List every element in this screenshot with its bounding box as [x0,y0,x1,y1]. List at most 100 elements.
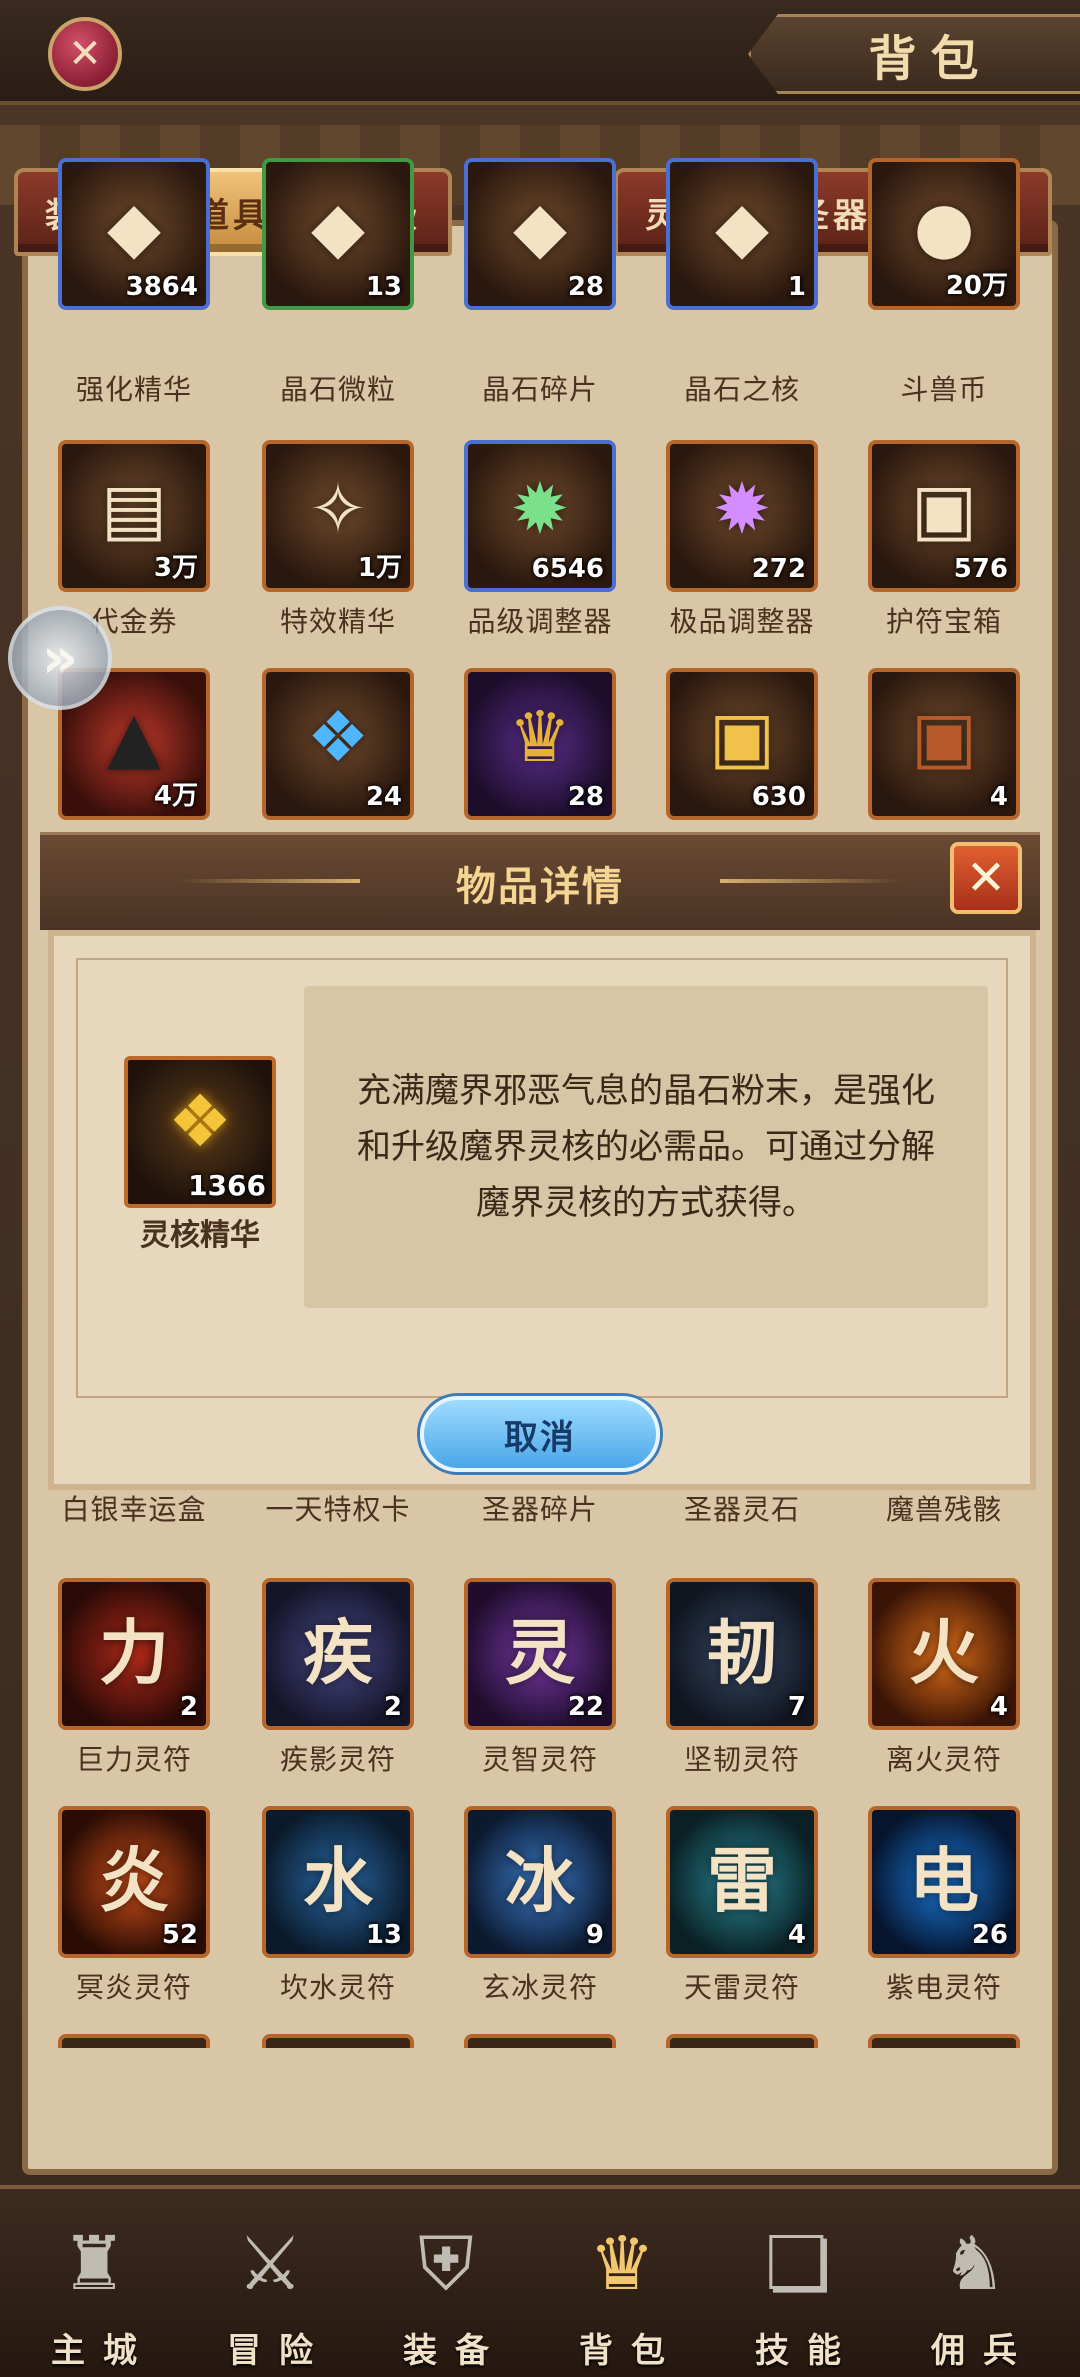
item-count: 3864 [125,272,198,302]
item-slot[interactable]: 疾 2 [262,1578,414,1730]
top-bar: ✕ 背包 [0,0,1080,105]
item-name: 极品调整器 [669,605,815,638]
grade-adjuster-icon: ✹ [510,468,570,550]
talisman-icon: 韧 [707,1611,777,1694]
talisman-icon: 火 [909,1611,979,1694]
item-slot[interactable]: ✹ 272 [666,440,818,592]
item-name: 晶石微粒 [279,373,396,406]
item-name: 一天特权卡 [265,1493,411,1526]
expand-arrow-icon[interactable]: » [8,606,112,710]
nav-item-adventure[interactable]: ⚔ 冒险 [190,2209,350,2377]
list-item[interactable]: 炎 52 冥炎灵符 [58,1806,218,2046]
list-item[interactable]: 疾 2 疾影灵符 [262,1578,422,1818]
castle-icon: ♜ [60,2221,128,2307]
item-count: 28 [567,782,604,812]
nav-label: 主城 [51,2331,155,2371]
premium-adjuster-icon: ✹ [712,468,772,550]
list-item[interactable]: 力 2 巨力灵符 [58,1578,218,1818]
list-item[interactable]: 水 13 坎水灵符 [262,1806,422,2046]
crystal-icon: ◆ [715,186,769,268]
item-description: 充满魔界邪恶气息的晶石粉末，是强化和升级魔界灵核的必需品。可通过分解魔界灵核的方… [357,1071,935,1223]
item-slot[interactable]: ◆ 3864 [58,158,210,310]
nav-label: 冒险 [227,2331,331,2371]
item-name: 护符宝箱 [885,605,1002,638]
helmet-icon: ⛨ [418,2220,474,2307]
item-name: 品级调整器 [467,605,613,638]
item-slot[interactable]: 炎 52 [58,1806,210,1958]
list-item[interactable]: ◆ 28 晶石碎片 [464,158,624,460]
list-item[interactable]: 火 4 离火灵符 [868,1578,1028,1818]
list-item[interactable]: 雷 4 天雷灵符 [666,1806,826,2046]
item-slot[interactable]: ◆ 28 [464,158,616,310]
talisman-icon: 疾 [303,1611,373,1694]
nav-label: 装备 [403,2331,507,2371]
knight-icon: ♞ [940,2221,1008,2307]
item-slot[interactable]: ▣ 576 [868,440,1020,592]
nav-item-mercenary[interactable]: ♞ 佣兵 [894,2209,1054,2377]
list-item[interactable]: 韧 7 坚韧灵符 [666,1578,826,1818]
item-count: 20万 [945,271,1008,301]
item-slot[interactable]: ♛ 28 [464,668,616,820]
item-slot[interactable]: 力 2 [58,1578,210,1730]
close-icon[interactable]: ✕ [48,17,122,91]
item-name: 魔兽残骸 [885,1493,1002,1526]
list-item[interactable]: ◆ 3864 强化精华 [58,158,218,460]
list-item[interactable]: ● 20万 斗兽币 [868,158,1028,460]
list-item[interactable]: 灵 22 灵智灵符 [464,1578,624,1818]
list-item[interactable]: ✹ 272 极品调整器 [666,440,826,680]
item-slot[interactable]: 水 13 [262,1806,414,1958]
description-box: 充满魔界邪恶气息的晶石粉末，是强化和升级魔界灵核的必需品。可通过分解魔界灵核的方… [304,986,988,1308]
essence-icon: ◆ [107,186,161,268]
modal-header: 物品详情 [40,832,1040,930]
nav-label: 佣兵 [931,2331,1035,2371]
item-slot[interactable]: ◆ 1 [666,158,818,310]
item-name: 巨力灵符 [75,1743,192,1776]
item-slot[interactable]: ▣ 630 [666,668,818,820]
item-slot[interactable]: ✹ 6546 [464,440,616,592]
item-count: 4万 [153,781,198,811]
detail-item-slot: ❖ 1366 [124,1056,276,1208]
item-count: 13 [365,1920,402,1950]
list-item[interactable]: ◆ 13 晶石微粒 [262,158,422,460]
item-slot[interactable]: 韧 7 [666,1578,818,1730]
crystal-icon: ◆ [513,186,567,268]
item-count: 4 [787,1920,806,1950]
list-item[interactable]: 电 26 紫电灵符 [868,1806,1028,2046]
list-item[interactable]: ✹ 6546 品级调整器 [464,440,624,680]
item-slot[interactable]: 灵 22 [464,1578,616,1730]
item-slot[interactable]: 电 26 [868,1806,1020,1958]
list-item[interactable]: 冰 9 玄冰灵符 [464,1806,624,2046]
item-name: 圣器灵石 [683,1493,800,1526]
nav-item-main-city[interactable]: ♜ 主城 [14,2209,174,2377]
item-slot[interactable]: ◆ 13 [262,158,414,310]
item-name: 天雷灵符 [683,1971,800,2004]
item-count: 1万 [357,553,402,583]
item-slot[interactable]: 火 4 [868,1578,1020,1730]
nav-item-skills[interactable]: ❏ 技能 [718,2209,878,2377]
item-name: 晶石碎片 [481,373,598,406]
item-count: 2 [179,1692,198,1722]
item-slot[interactable]: 雷 4 [666,1806,818,1958]
item-count: 28 [567,272,604,302]
item-slot[interactable]: ✧ 1万 [262,440,414,592]
item-slot[interactable]: ❖ 24 [262,668,414,820]
bottom-nav: ♜ 主城 ⚔ 冒险 ⛨ 装备 ♛ 背包 ❏ 技能 ♞ 佣兵 [0,2185,1080,2377]
cancel-button[interactable]: 取消 [420,1396,660,1472]
talisman-icon: 炎 [99,1839,169,1922]
list-item[interactable]: ✧ 1万 特效精华 [262,440,422,680]
talisman-icon: 灵 [505,1611,575,1694]
list-item[interactable]: ▣ 576 护符宝箱 [868,440,1028,680]
item-slot[interactable]: ▣ 4 [868,668,1020,820]
nav-item-equipment[interactable]: ⛨ 装备 [366,2209,526,2377]
close-icon[interactable]: ✕ [950,842,1022,914]
item-name: 玄冰灵符 [481,1971,598,2004]
nav-item-bag[interactable]: ♛ 背包 [542,2209,702,2377]
list-item[interactable]: ◆ 1 晶石之核 [666,158,826,460]
item-count: 26 [971,1920,1008,1950]
item-slot[interactable]: ● 20万 [868,158,1020,310]
item-name: 冥炎灵符 [75,1971,192,2004]
item-count: 13 [365,272,402,302]
talisman-icon: 冰 [505,1839,575,1922]
item-slot[interactable]: 冰 9 [464,1806,616,1958]
item-slot[interactable]: ▤ 3万 [58,440,210,592]
